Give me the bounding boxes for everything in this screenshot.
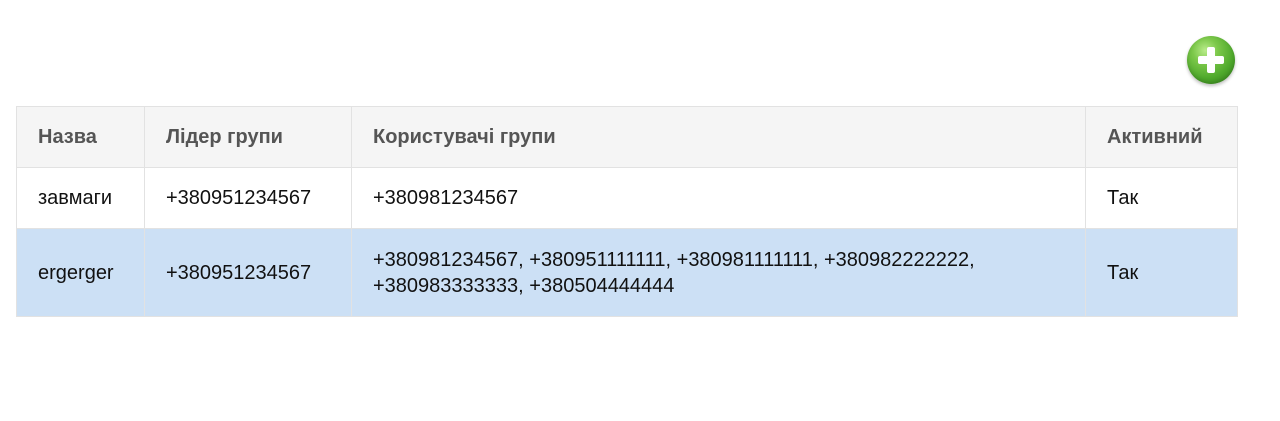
column-header-active[interactable]: Активний [1085, 106, 1238, 168]
group-users-text: +380981234567 [373, 186, 519, 209]
page: Назва Лідер групи Користувачі групи Акти… [0, 0, 1280, 421]
column-header-name[interactable]: Назва [16, 106, 145, 168]
column-header-leader[interactable]: Лідер групи [144, 106, 352, 168]
group-leader-cell: +380951234567 [144, 228, 352, 317]
group-users-line: +380981234567, +380951111111, +380981111… [373, 248, 975, 271]
group-users-cell: +380981234567, +380951111111, +380981111… [351, 228, 1086, 317]
groups-table: Назва Лідер групи Користувачі групи Акти… [16, 106, 1238, 317]
group-users-cell: +380981234567 [351, 167, 1086, 229]
group-name-cell: завмаги [16, 167, 145, 229]
add-group-button[interactable] [1187, 36, 1235, 84]
column-header-users[interactable]: Користувачі групи [351, 106, 1086, 168]
table-header-row: Назва Лідер групи Користувачі групи Акти… [16, 106, 1238, 168]
group-leader-cell: +380951234567 [144, 167, 352, 229]
group-active-cell: Так [1085, 167, 1238, 229]
group-users-line: +380983333333, +380504444444 [373, 274, 675, 297]
table-row-selected[interactable]: ergerger +380951234567 +380981234567, +3… [16, 228, 1238, 317]
table-row[interactable]: завмаги +380951234567 +380981234567 Так [16, 167, 1238, 229]
plus-icon [1198, 47, 1224, 73]
group-active-cell: Так [1085, 228, 1238, 317]
group-name-cell: ergerger [16, 228, 145, 317]
